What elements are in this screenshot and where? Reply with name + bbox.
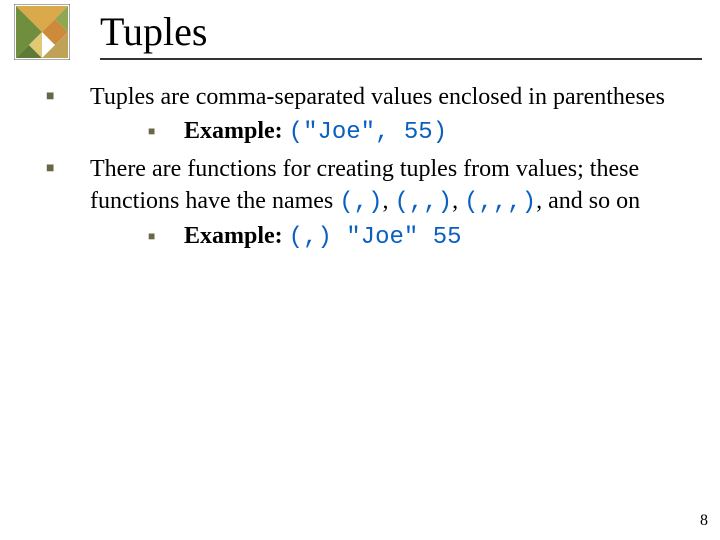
slide-title: Tuples	[100, 10, 720, 56]
sub-bullet-item: ■ Example: ("Joe", 55)	[142, 116, 690, 149]
bullet-text: There are functions for creating tuples …	[90, 154, 690, 255]
bullet-b-tail: , and so on	[536, 188, 640, 214]
sub-bullet-item: ■ Example: (,) "Joe" 55	[142, 221, 690, 254]
sep: ,	[452, 188, 464, 214]
sub-bullet-text: Example: ("Joe", 55)	[184, 116, 690, 149]
code-snippet: (,,)	[394, 189, 452, 216]
bullet-marker-icon: ■	[40, 154, 90, 184]
bullet-marker-icon: ■	[142, 221, 184, 251]
bullet-marker-icon: ■	[142, 116, 184, 146]
bullet-marker-icon: ■	[40, 82, 90, 112]
code-snippet: (,) "Joe" 55	[289, 224, 462, 251]
page-number: 8	[700, 512, 708, 530]
code-snippet: ("Joe", 55)	[289, 119, 447, 146]
code-snippet: (,)	[339, 189, 382, 216]
example-label: Example:	[184, 223, 283, 249]
title-rule	[100, 58, 702, 60]
code-snippet: (,,,)	[464, 189, 536, 216]
slide-body: ■ Tuples are comma-separated values encl…	[40, 82, 690, 255]
bullet-item: ■ Tuples are comma-separated values encl…	[40, 82, 690, 150]
bullet-a-text: Tuples are comma-separated values enclos…	[90, 84, 665, 110]
sep: ,	[382, 188, 394, 214]
sub-bullet-text: Example: (,) "Joe" 55	[184, 221, 690, 254]
tangram-logo-icon	[14, 4, 70, 60]
slide-header: Tuples	[0, 0, 720, 60]
bullet-item: ■ There are functions for creating tuple…	[40, 154, 690, 255]
bullet-text: Tuples are comma-separated values enclos…	[90, 82, 690, 150]
example-label: Example:	[184, 118, 283, 144]
